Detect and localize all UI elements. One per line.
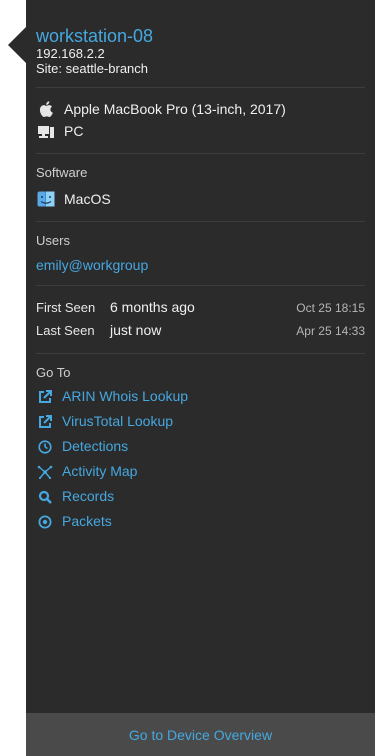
last-seen-relative: just now	[110, 322, 162, 338]
device-ip: 192.168.2.2	[36, 46, 105, 61]
device-site: Site: seattle-branch	[36, 61, 149, 76]
last-seen-label: Last Seen	[36, 323, 95, 338]
last-seen-date: Apr 25 14:33	[296, 324, 365, 338]
goto-activity-map[interactable]: Activity Map	[36, 459, 365, 484]
users-title: Users	[36, 233, 70, 248]
os-row: MacOS	[36, 188, 365, 210]
device-popover: workstation-08 192.168.2.2 Site: seattle…	[26, 0, 375, 756]
divider	[36, 353, 365, 354]
device-header: workstation-08 192.168.2.2 Site: seattle…	[36, 20, 365, 87]
os-name: MacOS	[64, 191, 111, 207]
goto-label: ARIN Whois Lookup	[62, 388, 189, 404]
goto-label: Detections	[62, 438, 129, 454]
finder-icon	[36, 190, 56, 208]
goto-section: Go To ARIN Whois Lookup VirusTotal Looku…	[36, 364, 365, 534]
goto-label: Packets	[62, 513, 112, 529]
software-section: Software MacOS	[36, 154, 365, 221]
last-seen-row: Last Seen just now Apr 25 14:33	[36, 319, 365, 342]
computer-icon	[36, 122, 56, 140]
device-model: Apple MacBook Pro (13-inch, 2017)	[64, 101, 286, 117]
users-section: Users emily@workgroup	[36, 222, 365, 285]
goto-title: Go To	[36, 365, 71, 380]
panel-pointer	[8, 27, 26, 63]
first-seen-date: Oct 25 18:15	[296, 301, 365, 315]
device-overview-button[interactable]: Go to Device Overview	[129, 727, 272, 743]
goto-records[interactable]: Records	[36, 484, 365, 509]
search-icon	[36, 489, 54, 505]
device-model-row: Apple MacBook Pro (13-inch, 2017)	[36, 98, 365, 120]
goto-virustotal[interactable]: VirusTotal Lookup	[36, 409, 365, 434]
first-seen-label: First Seen	[36, 300, 96, 315]
external-link-icon	[36, 414, 54, 430]
detections-icon	[36, 439, 54, 455]
hardware-section: Apple MacBook Pro (13-inch, 2017) PC	[36, 88, 365, 153]
goto-detections[interactable]: Detections	[36, 434, 365, 459]
device-name-link[interactable]: workstation-08	[36, 26, 365, 46]
goto-label: Records	[62, 488, 115, 504]
first-seen-row: First Seen 6 months ago Oct 25 18:15	[36, 296, 365, 319]
goto-packets[interactable]: Packets	[36, 509, 365, 534]
goto-arin-whois[interactable]: ARIN Whois Lookup	[36, 384, 365, 409]
goto-label: VirusTotal Lookup	[62, 413, 174, 429]
user-link[interactable]: emily@workgroup	[36, 256, 365, 274]
external-link-icon	[36, 389, 54, 405]
software-title: Software	[36, 165, 88, 180]
activity-map-icon	[36, 464, 54, 480]
device-type: PC	[64, 123, 84, 139]
footer-bar: Go to Device Overview	[26, 713, 375, 756]
device-type-row: PC	[36, 120, 365, 142]
seen-section: First Seen 6 months ago Oct 25 18:15 Las…	[36, 286, 365, 353]
first-seen-relative: 6 months ago	[110, 299, 195, 315]
apple-icon	[36, 100, 56, 118]
packets-icon	[36, 514, 54, 530]
goto-label: Activity Map	[62, 463, 138, 479]
